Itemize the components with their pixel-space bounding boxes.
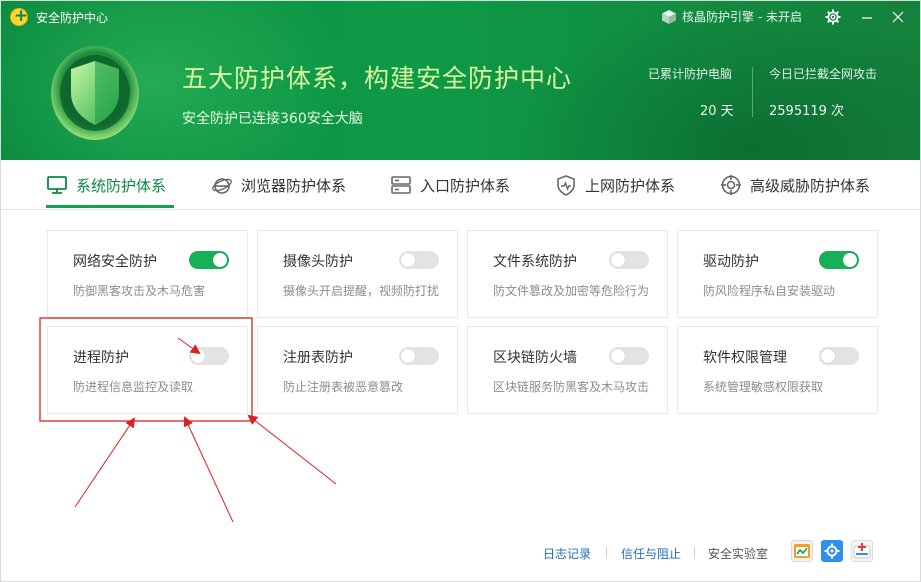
toggle-knob: [821, 349, 835, 363]
gear-app-icon[interactable]: [821, 540, 843, 562]
toggle-knob: [191, 349, 205, 363]
card-title: 网络安全防护: [73, 254, 157, 270]
toggle-knob: [213, 253, 227, 267]
card-title: 进程防护: [73, 350, 129, 366]
tab-internet-protection-label: 上网防护体系: [585, 176, 676, 195]
card-description: 防文件篡改及加密等危险行为: [493, 284, 650, 298]
tab-entry-protection-label: 入口防护体系: [420, 176, 511, 195]
tab-internet-protection[interactable]: 上网防护体系: [555, 172, 675, 198]
card-title: 软件权限管理: [703, 350, 787, 366]
tab-advanced-threat-protection[interactable]: 高级威胁防护体系: [720, 172, 870, 198]
toggle-switch[interactable]: [189, 347, 229, 365]
footer-divider: [694, 547, 695, 559]
card-driver-protection: 驱动防护 防风险程序私自安装驱动: [677, 230, 878, 318]
toggle-switch[interactable]: [399, 251, 439, 269]
settings-button[interactable]: [822, 6, 844, 28]
protection-card-grid: 网络安全防护 防御黑客攻击及木马危害 摄像头防护 摄像头开启提醒，视频防打扰 文…: [47, 230, 879, 414]
footer-divider: [606, 547, 607, 559]
card-description: 防风险程序私自安装驱动: [703, 284, 836, 298]
annotation-arrow: [183, 416, 234, 523]
gear-icon: [825, 9, 841, 25]
medkit-app-icon[interactable]: [851, 540, 873, 562]
stat-blocked-attacks-label: 今日已拦截全网攻击: [769, 67, 878, 81]
app-title: 安全防护中心: [36, 11, 109, 25]
card-blockchain-firewall: 区块链防火墙 区块链服务防黑客及木马攻击: [467, 326, 668, 414]
card-title: 注册表防护: [283, 350, 353, 366]
browser-icon: [212, 178, 232, 194]
annotation-arrow: [247, 414, 337, 485]
toggle-knob: [843, 253, 857, 267]
toggle-switch[interactable]: [399, 347, 439, 365]
tab-system-protection[interactable]: 系统防护体系: [46, 172, 166, 198]
card-description: 区块链服务防黑客及木马攻击: [493, 380, 650, 394]
card-description: 防御黑客攻击及木马危害: [73, 284, 206, 298]
cube-icon: [662, 9, 676, 24]
tab-browser-protection[interactable]: 浏览器防护体系: [211, 172, 346, 198]
card-title: 驱动防护: [703, 254, 759, 270]
stat-protected-days-label: 已累计防护电脑: [648, 67, 733, 81]
card-registry-protection: 注册表防护 防止注册表被恶意篡改: [257, 326, 458, 414]
card-description: 系统管理敏感权限获取: [703, 380, 824, 394]
toggle-knob: [611, 253, 625, 267]
protection-tabs: 系统防护体系 浏览器防护体系 入口防护体系 上网防护体系 高级威胁防护体系: [1, 160, 920, 210]
engine-status[interactable]: 核晶防护引擎 - 未开启: [661, 8, 802, 25]
tab-advanced-threat-protection-label: 高级威胁防护体系: [750, 176, 871, 195]
card-title: 文件系统防护: [493, 254, 577, 270]
security-lab-label: 安全实验室: [708, 547, 769, 561]
stat-divider: [752, 67, 753, 117]
toggle-switch[interactable]: [189, 251, 229, 269]
stat-blocked-attacks: 今日已拦截全网攻击 2595119 次: [769, 65, 877, 119]
target-icon: [721, 175, 741, 195]
log-records-link[interactable]: 日志记录: [543, 545, 591, 562]
toggle-switch[interactable]: [609, 347, 649, 365]
active-tab-indicator: [46, 205, 174, 208]
minimize-button[interactable]: [856, 6, 878, 28]
hero-subline: 安全防护已连接360安全大脑: [182, 111, 363, 127]
close-button[interactable]: [887, 6, 909, 28]
trust-block-link[interactable]: 信任与阻止: [621, 545, 681, 562]
card-process-protection: 进程防护 防进程信息监控及读取: [47, 326, 248, 414]
minimize-icon: [862, 17, 872, 19]
card-description: 防止注册表被恶意篡改: [283, 380, 404, 394]
card-software-permission: 软件权限管理 系统管理敏感权限获取: [677, 326, 878, 414]
toggle-switch[interactable]: [819, 251, 859, 269]
card-description: 防进程信息监控及读取: [73, 380, 194, 394]
tab-browser-protection-label: 浏览器防护体系: [241, 176, 347, 195]
card-network-protection: 网络安全防护 防御黑客攻击及木马危害: [47, 230, 248, 318]
hero-headline: 五大防护体系，构建安全防护中心: [182, 64, 573, 93]
toggle-switch[interactable]: [819, 347, 859, 365]
shield-emblem-icon: [49, 39, 141, 143]
toggle-switch[interactable]: [609, 251, 649, 269]
server-icon: [391, 176, 411, 194]
monitor-icon: [47, 176, 67, 194]
toggle-knob: [401, 253, 415, 267]
toggle-knob: [611, 349, 625, 363]
card-filesystem-protection: 文件系统防护 防文件篡改及加密等危险行为: [467, 230, 668, 318]
tab-entry-protection[interactable]: 入口防护体系: [390, 172, 510, 198]
card-title: 摄像头防护: [283, 254, 353, 270]
chart-app-icon[interactable]: [791, 540, 813, 562]
toggle-knob: [401, 349, 415, 363]
annotation-arrow: [74, 417, 136, 508]
stat-blocked-attacks-value: 2595119 次: [769, 104, 845, 119]
app-logo-icon: [10, 6, 28, 26]
shield-pulse-icon: [557, 175, 575, 196]
card-title: 区块链防火墙: [493, 350, 577, 366]
card-camera-protection: 摄像头防护 摄像头开启提醒，视频防打扰: [257, 230, 458, 318]
close-icon: [892, 11, 904, 23]
title-bar: 安全防护中心 核晶防护引擎 - 未开启: [1, 1, 920, 33]
stat-protected-days: 已累计防护电脑 20 天: [648, 65, 734, 119]
hero-banner: 安全防护中心 核晶防护引擎 - 未开启: [1, 1, 920, 160]
stat-protected-days-value: 20 天: [700, 104, 734, 119]
tab-system-protection-label: 系统防护体系: [76, 176, 167, 195]
security-center-window: 安全防护中心 核晶防护引擎 - 未开启: [0, 0, 921, 582]
engine-status-label: 核晶防护引擎 - 未开启: [682, 10, 802, 24]
card-description: 摄像头开启提醒，视频防打扰: [283, 284, 440, 298]
